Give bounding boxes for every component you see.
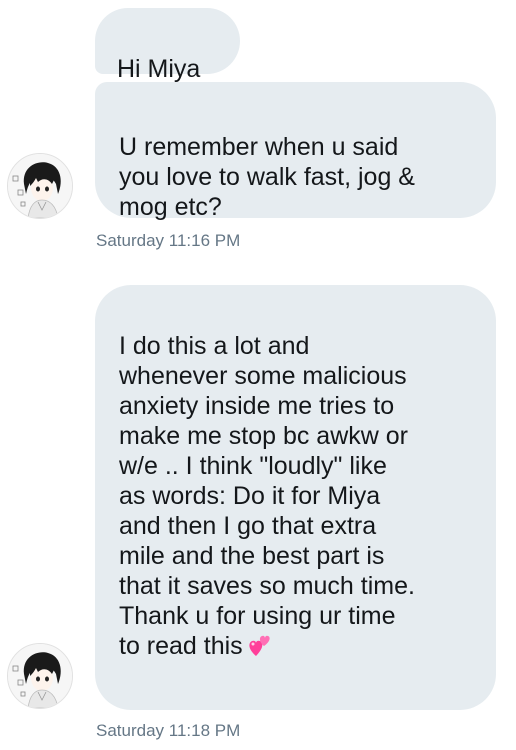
message-text: U remember when u said you love to walk … [119,133,415,221]
message-bubble[interactable]: U remember when u said you love to walk … [95,82,496,221]
message-bubble[interactable]: I do this a lot and whenever some malici… [95,285,496,710]
message-bubble[interactable]: Hi Miya [95,8,240,83]
timestamp: Saturday 11:18 PM [96,721,241,740]
message-text: I do this a lot and whenever some malici… [119,332,415,660]
timestamp: Saturday 11:16 PM [96,231,241,250]
avatar[interactable] [7,153,73,219]
two-hearts-icon [247,632,273,658]
anime-avatar-icon [8,154,72,218]
message-text: Hi Miya [117,55,201,83]
avatar[interactable] [7,643,73,709]
anime-avatar-icon [8,644,72,708]
